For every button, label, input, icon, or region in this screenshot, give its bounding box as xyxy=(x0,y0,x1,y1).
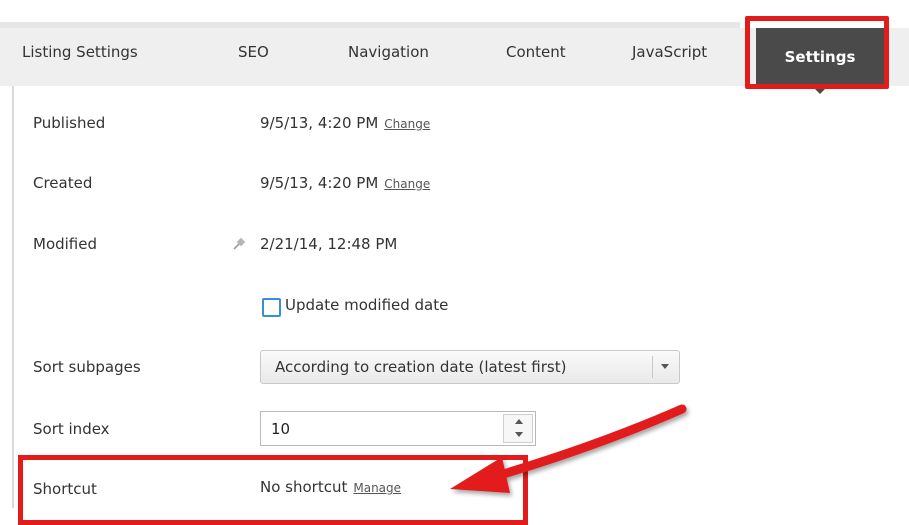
update-modified-label[interactable]: Update modified date xyxy=(285,296,448,314)
sort-subpages-value: According to creation date (latest first… xyxy=(275,358,567,376)
published-value-row: 9/5/13, 4:20 PM Change xyxy=(260,114,430,132)
sort-subpages-select[interactable]: According to creation date (latest first… xyxy=(260,350,680,384)
sort-index-value: 10 xyxy=(271,420,291,438)
panel-border xyxy=(12,86,14,508)
chevron-down-icon xyxy=(661,364,669,369)
sort-subpages-label: Sort subpages xyxy=(33,358,141,376)
created-change-link[interactable]: Change xyxy=(384,177,430,191)
created-value-row: 9/5/13, 4:20 PM Change xyxy=(260,174,430,192)
tab-javascript[interactable]: JavaScript xyxy=(632,43,707,61)
created-value: 9/5/13, 4:20 PM xyxy=(260,174,379,192)
published-label: Published xyxy=(33,114,106,132)
pin-icon[interactable] xyxy=(231,236,247,252)
published-change-link[interactable]: Change xyxy=(384,117,430,131)
sort-index-label: Sort index xyxy=(33,420,110,438)
update-modified-checkbox[interactable] xyxy=(262,298,281,317)
modified-value: 2/21/14, 12:48 PM xyxy=(260,235,398,253)
settings-tab-highlight xyxy=(745,16,889,89)
tab-seo[interactable]: SEO xyxy=(238,43,269,61)
tab-listing-settings[interactable]: Listing Settings xyxy=(22,43,138,61)
annotation-arrow-icon xyxy=(450,404,687,493)
tab-content[interactable]: Content xyxy=(506,43,566,61)
modified-label: Modified xyxy=(33,235,98,253)
published-value: 9/5/13, 4:20 PM xyxy=(260,114,379,132)
created-label: Created xyxy=(33,174,93,192)
tab-navigation[interactable]: Navigation xyxy=(348,43,429,61)
select-divider xyxy=(652,356,653,378)
